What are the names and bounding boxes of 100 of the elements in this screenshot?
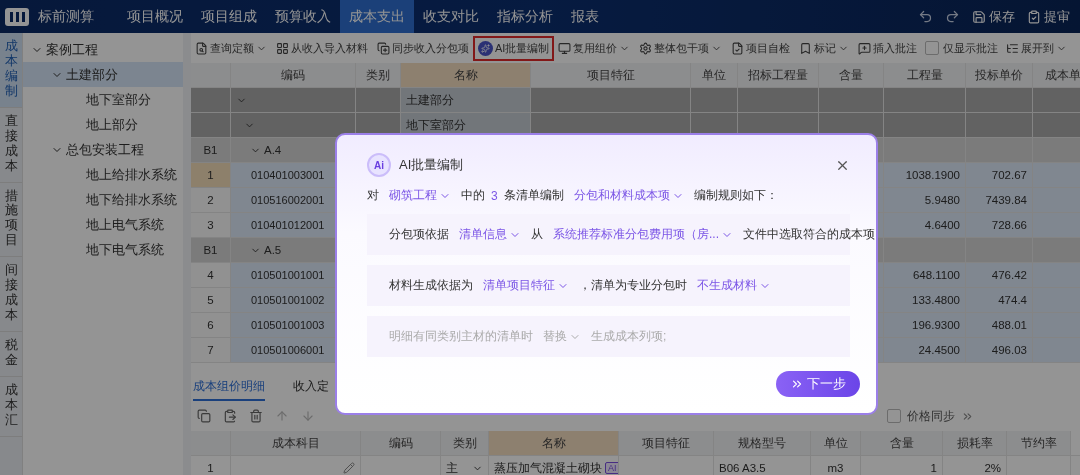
column-header: 单位 [691,63,738,87]
option-select[interactable]: 清单信息 [455,226,525,243]
table-cell: 728.66 [966,213,1033,237]
rule-text: 编制规则如下： [693,187,778,204]
delete-icon[interactable] [249,409,263,423]
column-header: 项目特征 [531,63,691,87]
column-header: 成本单 [1033,63,1080,87]
column-header: 含量 [861,431,943,455]
table-cell: 496.03 [966,338,1033,362]
panel-tab[interactable]: 收入定 [293,373,329,401]
column-header: 编码 [231,63,356,87]
nav-tab[interactable]: 项目概况 [118,0,192,33]
edit-icon[interactable] [343,462,355,474]
column-header: 工程量 [884,63,966,87]
rule-text: ，清单为专业分包时 [579,277,687,294]
tree-item[interactable]: 案例工程 [23,37,183,62]
column-header: 成本科目 [231,431,361,455]
paste-icon[interactable] [223,409,237,423]
side-tab[interactable]: 间接成本 [0,257,22,332]
toolbar-button[interactable]: 同步收入分包项 [374,37,472,59]
column-header: 投标单价 [966,63,1033,87]
undo-icon[interactable] [918,9,933,24]
toolbar-button[interactable]: 整体包干项 [636,37,726,59]
option-select[interactable]: 砌筑工程 [385,187,455,204]
tree-item[interactable]: 地上部分 [23,112,183,137]
tree-item[interactable]: 地上给排水系统 [23,162,183,187]
tree-item[interactable]: 地下室部分 [23,87,183,112]
checkbox[interactable] [925,41,940,55]
nav-tab[interactable]: 收支对比 [414,0,488,33]
nav-tab[interactable]: 指标分析 [488,0,562,33]
bookmark-icon [799,41,813,55]
toolbar-button[interactable]: 项目自检 [728,37,794,59]
nav-tab[interactable]: 报表 [562,0,608,33]
table-cell: 196.9300 [884,313,966,337]
column-header: 规格型号 [714,431,811,455]
tree-item[interactable]: 地下电气系统 [23,237,183,262]
table-cell: m3 [811,456,861,475]
table-cell: 476.42 [966,263,1033,287]
row-number[interactable]: 1 [191,163,231,187]
nav-tab[interactable]: 成本支出 [340,0,414,33]
panel-tab[interactable]: 成本组价明细 [193,373,265,401]
toolbar-button[interactable]: 查询定额 [192,37,270,59]
column-header: 项目特征 [619,431,714,455]
toolbar-button[interactable]: 插入批注 [855,37,921,59]
option-select[interactable]: 分包和材料成本项 [569,187,688,204]
toolbar-button[interactable]: 展开到 [1003,37,1071,59]
option-select[interactable]: 不生成材料 [693,277,775,294]
rule-text: 条清单编制 [503,187,564,204]
column-header: 招标工程量 [738,63,819,87]
side-tab[interactable]: 成本汇 [0,376,22,437]
side-tab[interactable]: 措施项目 [0,182,22,258]
tree-item-label: 地上电气系统 [86,215,164,234]
side-tab[interactable]: 成本编制 [0,33,22,108]
item-count: 3 [491,188,498,203]
copy-plus-icon [377,41,390,55]
rule-text: 分包项依据 [389,226,449,243]
type-select[interactable]: 主 [441,456,489,475]
tree-item[interactable]: 地上电气系统 [23,212,183,237]
table-cell: 24.4500 [884,338,966,362]
rule-text: 文件中选取符合的成本项 [743,226,875,243]
nav-tab[interactable]: 项目组成 [192,0,266,33]
table-cell: B1 [191,138,231,162]
table-cell: 7439.84 [966,188,1033,212]
logo-icon [4,5,30,28]
checkbox-label: 价格同步 [907,408,955,424]
table-cell: 133.4800 [884,288,966,312]
toolbar-button[interactable]: AI批量编制 [475,37,553,59]
toolbar-button[interactable]: 从收入导入材料 [273,37,371,59]
table-cell: 土建部分 [401,88,531,112]
table-cell: 1 [861,456,943,475]
checkbox[interactable] [887,409,901,423]
table-cell: 5.9480 [884,188,966,212]
tree-item[interactable]: 地下给排水系统 [23,187,183,212]
tree-item[interactable]: 总包安装工程 [23,137,183,162]
comment-plus-icon [858,41,872,55]
toolbar-button[interactable]: 标记 [796,37,853,59]
tree-item-label: 案例工程 [46,40,98,59]
column-header: 名称 [489,431,619,455]
redo-icon[interactable] [945,9,960,24]
tree-item-label: 地上部分 [86,115,138,134]
list-tree-icon [1006,41,1020,55]
table-cell: 702.67 [966,163,1033,187]
tree-item-label: 地下给排水系统 [86,190,177,209]
ai-badge: Ai [367,153,391,177]
next-button[interactable]: 下一步 [776,371,860,397]
submit-button[interactable]: 提审 [1027,7,1070,26]
save-button[interactable]: 保存 [972,7,1015,26]
table-cell: 1 [191,456,231,475]
option-select[interactable]: 系统推荐标准分包费用项（房... [549,226,737,243]
tree-item-label: 地下电气系统 [86,240,164,259]
table-cell: 蒸压加气混凝土砌块 [494,460,602,475]
rule-text: 中的 [461,187,485,204]
tree-item[interactable]: 土建部分 [23,62,183,87]
column-header: 含量 [819,63,884,87]
option-select[interactable]: 清单项目特征 [479,277,573,294]
chevrons-right-icon [790,377,804,391]
toolbar-button[interactable]: 复用组价 [555,37,634,59]
nav-tab[interactable]: 预算收入 [266,0,340,33]
copy-icon[interactable] [197,409,211,423]
side-tab[interactable]: 税金 [0,332,22,377]
